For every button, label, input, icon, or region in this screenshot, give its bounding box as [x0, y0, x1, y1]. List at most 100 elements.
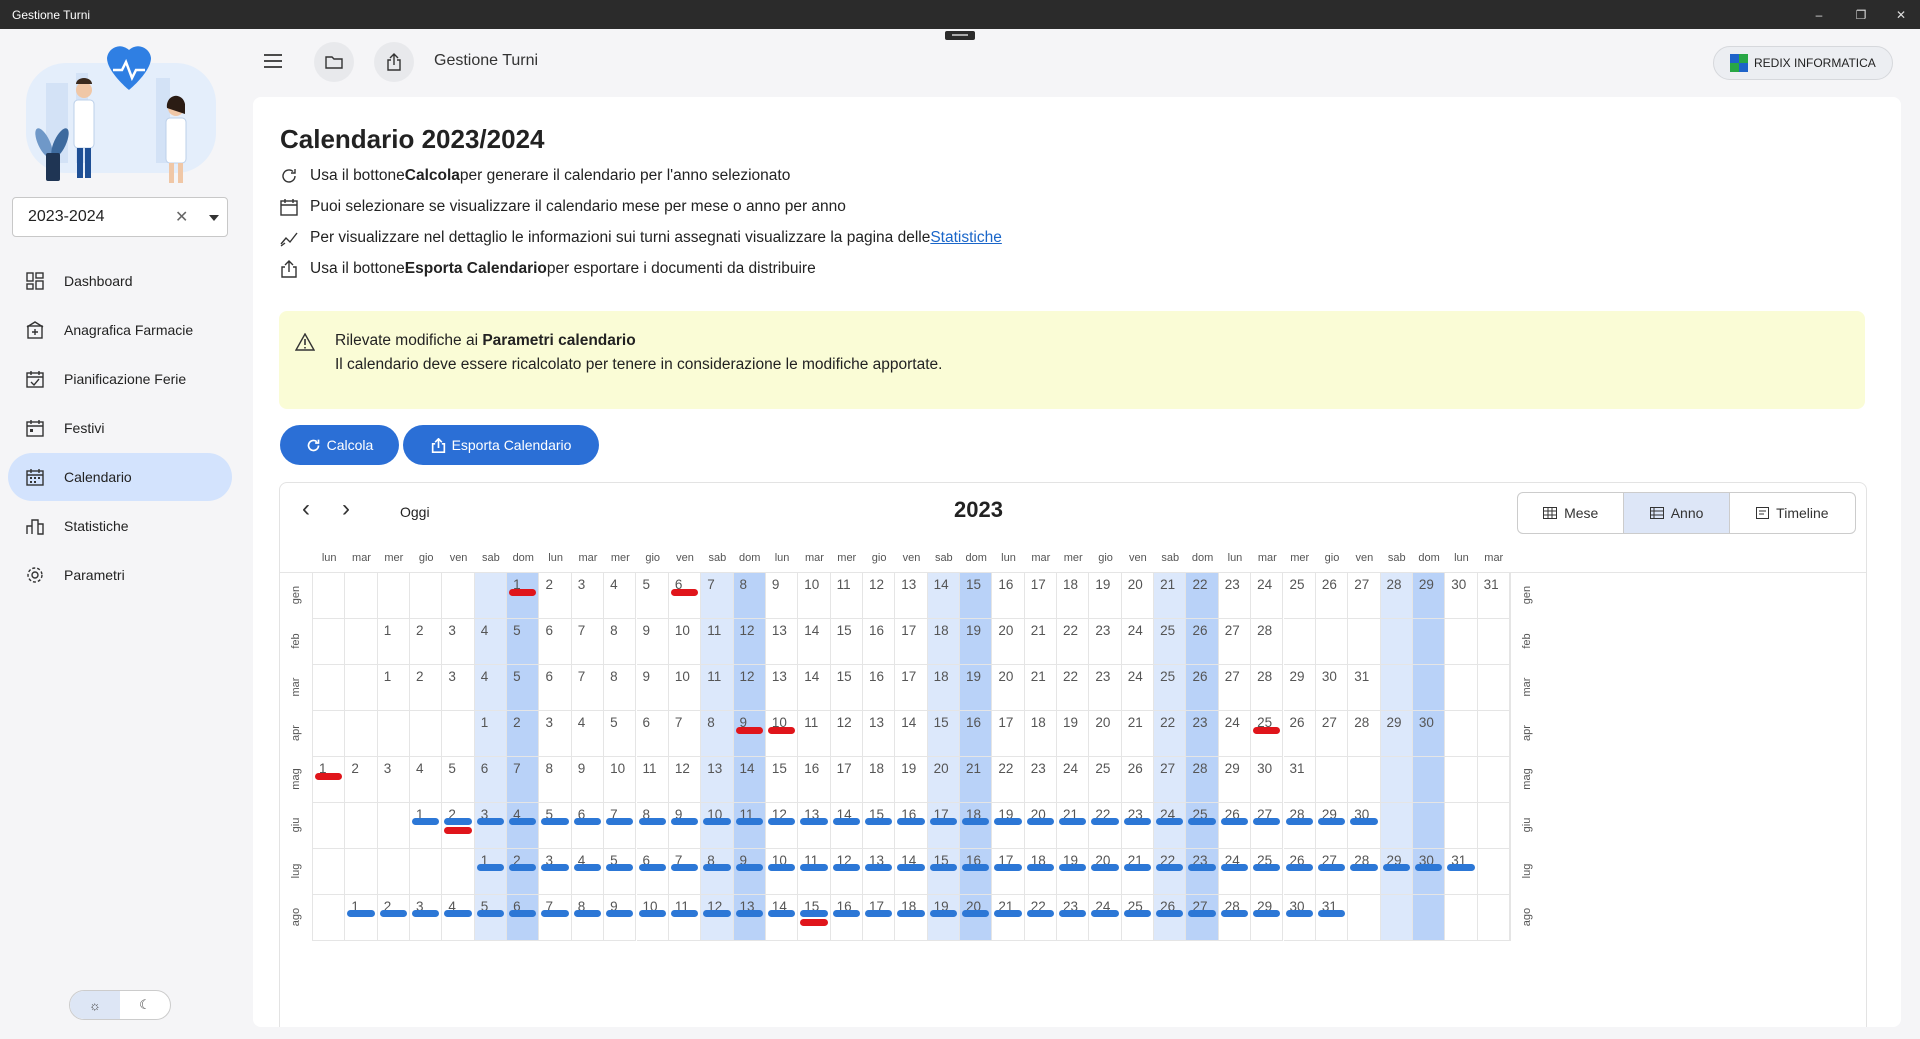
day-cell[interactable]: 3: [410, 895, 443, 941]
day-cell[interactable]: 24: [1121, 665, 1155, 711]
day-cell[interactable]: 22: [1057, 619, 1090, 665]
shift-bar[interactable]: [962, 910, 990, 917]
day-cell[interactable]: 20: [992, 665, 1025, 711]
day-cell[interactable]: 2: [377, 895, 411, 941]
day-cell[interactable]: 4: [410, 757, 443, 803]
shift-bar[interactable]: [1317, 910, 1346, 917]
day-cell[interactable]: 17: [927, 803, 960, 849]
day-cell[interactable]: 13: [765, 665, 799, 711]
day-cell[interactable]: 26: [1218, 803, 1252, 849]
view-anno-button[interactable]: Anno: [1624, 493, 1730, 533]
day-cell[interactable]: 7: [571, 619, 605, 665]
day-cell[interactable]: 24: [1154, 803, 1187, 849]
day-cell[interactable]: 2: [507, 711, 540, 757]
company-button[interactable]: REDIX INFORMATICA: [1713, 46, 1893, 80]
shift-bar[interactable]: [1026, 864, 1055, 871]
day-cell[interactable]: 19: [960, 619, 993, 665]
drag-handle[interactable]: [945, 31, 975, 40]
day-cell[interactable]: 6: [474, 757, 508, 803]
day-cell[interactable]: 11: [733, 803, 766, 849]
day-cell[interactable]: 15: [798, 895, 831, 941]
day-cell[interactable]: 22: [1154, 849, 1187, 895]
day-cell[interactable]: 17: [1024, 573, 1058, 619]
day-cell[interactable]: 29: [1218, 757, 1252, 803]
day-cell[interactable]: 11: [798, 849, 831, 895]
shift-bar[interactable]: [509, 864, 537, 871]
day-cell[interactable]: 20: [992, 619, 1025, 665]
day-cell[interactable]: 6: [636, 711, 669, 757]
shift-bar[interactable]: [1188, 864, 1216, 871]
day-cell[interactable]: 16: [830, 895, 863, 941]
day-cell[interactable]: 24: [1218, 849, 1252, 895]
day-cell[interactable]: 11: [668, 895, 702, 941]
day-cell[interactable]: 8: [604, 665, 637, 711]
chevron-down-icon[interactable]: [209, 215, 219, 221]
day-cell[interactable]: 22: [992, 757, 1025, 803]
day-cell[interactable]: 1: [377, 665, 411, 711]
day-cell[interactable]: 27: [1218, 619, 1252, 665]
day-cell[interactable]: 11: [701, 665, 734, 711]
shift-bar[interactable]: [1253, 864, 1281, 871]
shift-bar[interactable]: [929, 864, 957, 871]
day-cell[interactable]: 25: [1089, 757, 1122, 803]
open-folder-button[interactable]: [314, 42, 354, 82]
shift-bar[interactable]: [832, 818, 860, 825]
shift-bar[interactable]: [994, 864, 1022, 871]
day-cell[interactable]: 9: [733, 711, 766, 757]
shift-bar[interactable]: [1285, 910, 1313, 917]
shift-bar[interactable]: [1059, 910, 1087, 917]
day-cell[interactable]: 12: [765, 803, 799, 849]
day-cell[interactable]: 15: [830, 619, 863, 665]
shift-bar[interactable]: [897, 818, 925, 825]
shift-bar[interactable]: [476, 818, 505, 825]
day-cell[interactable]: 10: [668, 665, 702, 711]
day-cell[interactable]: 19: [1089, 573, 1122, 619]
day-cell[interactable]: 6: [539, 665, 572, 711]
day-cell[interactable]: 20: [1089, 849, 1122, 895]
day-cell[interactable]: 3: [442, 665, 475, 711]
day-cell[interactable]: 14: [895, 711, 928, 757]
day-cell[interactable]: 6: [636, 849, 669, 895]
shift-bar[interactable]: [735, 864, 763, 871]
day-cell[interactable]: 13: [862, 849, 896, 895]
shift-bar[interactable]: [606, 818, 634, 825]
day-cell[interactable]: 5: [636, 573, 669, 619]
sidebar-item-anagrafica-farmacie[interactable]: Anagrafica Farmacie: [8, 306, 232, 354]
shift-bar[interactable]: [1317, 818, 1346, 825]
day-cell[interactable]: 7: [604, 803, 637, 849]
day-cell[interactable]: 15: [927, 711, 960, 757]
shift-bar[interactable]: [573, 818, 602, 825]
day-cell[interactable]: 15: [862, 803, 896, 849]
day-cell[interactable]: 8: [571, 895, 605, 941]
shift-bar[interactable]: [670, 818, 699, 825]
day-cell[interactable]: 21: [1024, 665, 1058, 711]
day-cell[interactable]: 9: [765, 573, 799, 619]
shift-bar[interactable]: [897, 864, 925, 871]
day-cell[interactable]: 23: [1218, 573, 1252, 619]
day-cell[interactable]: 4: [474, 665, 508, 711]
day-cell[interactable]: 26: [1283, 849, 1316, 895]
day-cell[interactable]: 7: [701, 573, 734, 619]
day-cell[interactable]: 2: [507, 849, 540, 895]
day-cell[interactable]: 30: [1445, 573, 1478, 619]
day-cell[interactable]: 5: [507, 619, 540, 665]
day-cell[interactable]: 11: [830, 573, 863, 619]
day-cell[interactable]: 25: [1154, 619, 1187, 665]
day-cell[interactable]: 18: [960, 803, 993, 849]
day-cell[interactable]: 2: [410, 665, 443, 711]
day-cell[interactable]: 23: [1089, 619, 1122, 665]
day-cell[interactable]: 4: [571, 849, 605, 895]
day-cell[interactable]: 16: [862, 619, 896, 665]
shift-bar[interactable]: [1156, 910, 1184, 917]
day-cell[interactable]: 19: [1057, 849, 1090, 895]
day-cell[interactable]: 21: [960, 757, 993, 803]
day-cell[interactable]: 15: [927, 849, 960, 895]
shift-bar[interactable]: [541, 910, 569, 917]
day-cell[interactable]: 17: [895, 619, 928, 665]
day-cell[interactable]: 8: [604, 619, 637, 665]
today-button[interactable]: Oggi: [400, 504, 430, 520]
shift-bar[interactable]: [1123, 864, 1152, 871]
day-cell[interactable]: 18: [1024, 711, 1058, 757]
day-cell[interactable]: 21: [1057, 803, 1090, 849]
day-cell[interactable]: 18: [862, 757, 896, 803]
